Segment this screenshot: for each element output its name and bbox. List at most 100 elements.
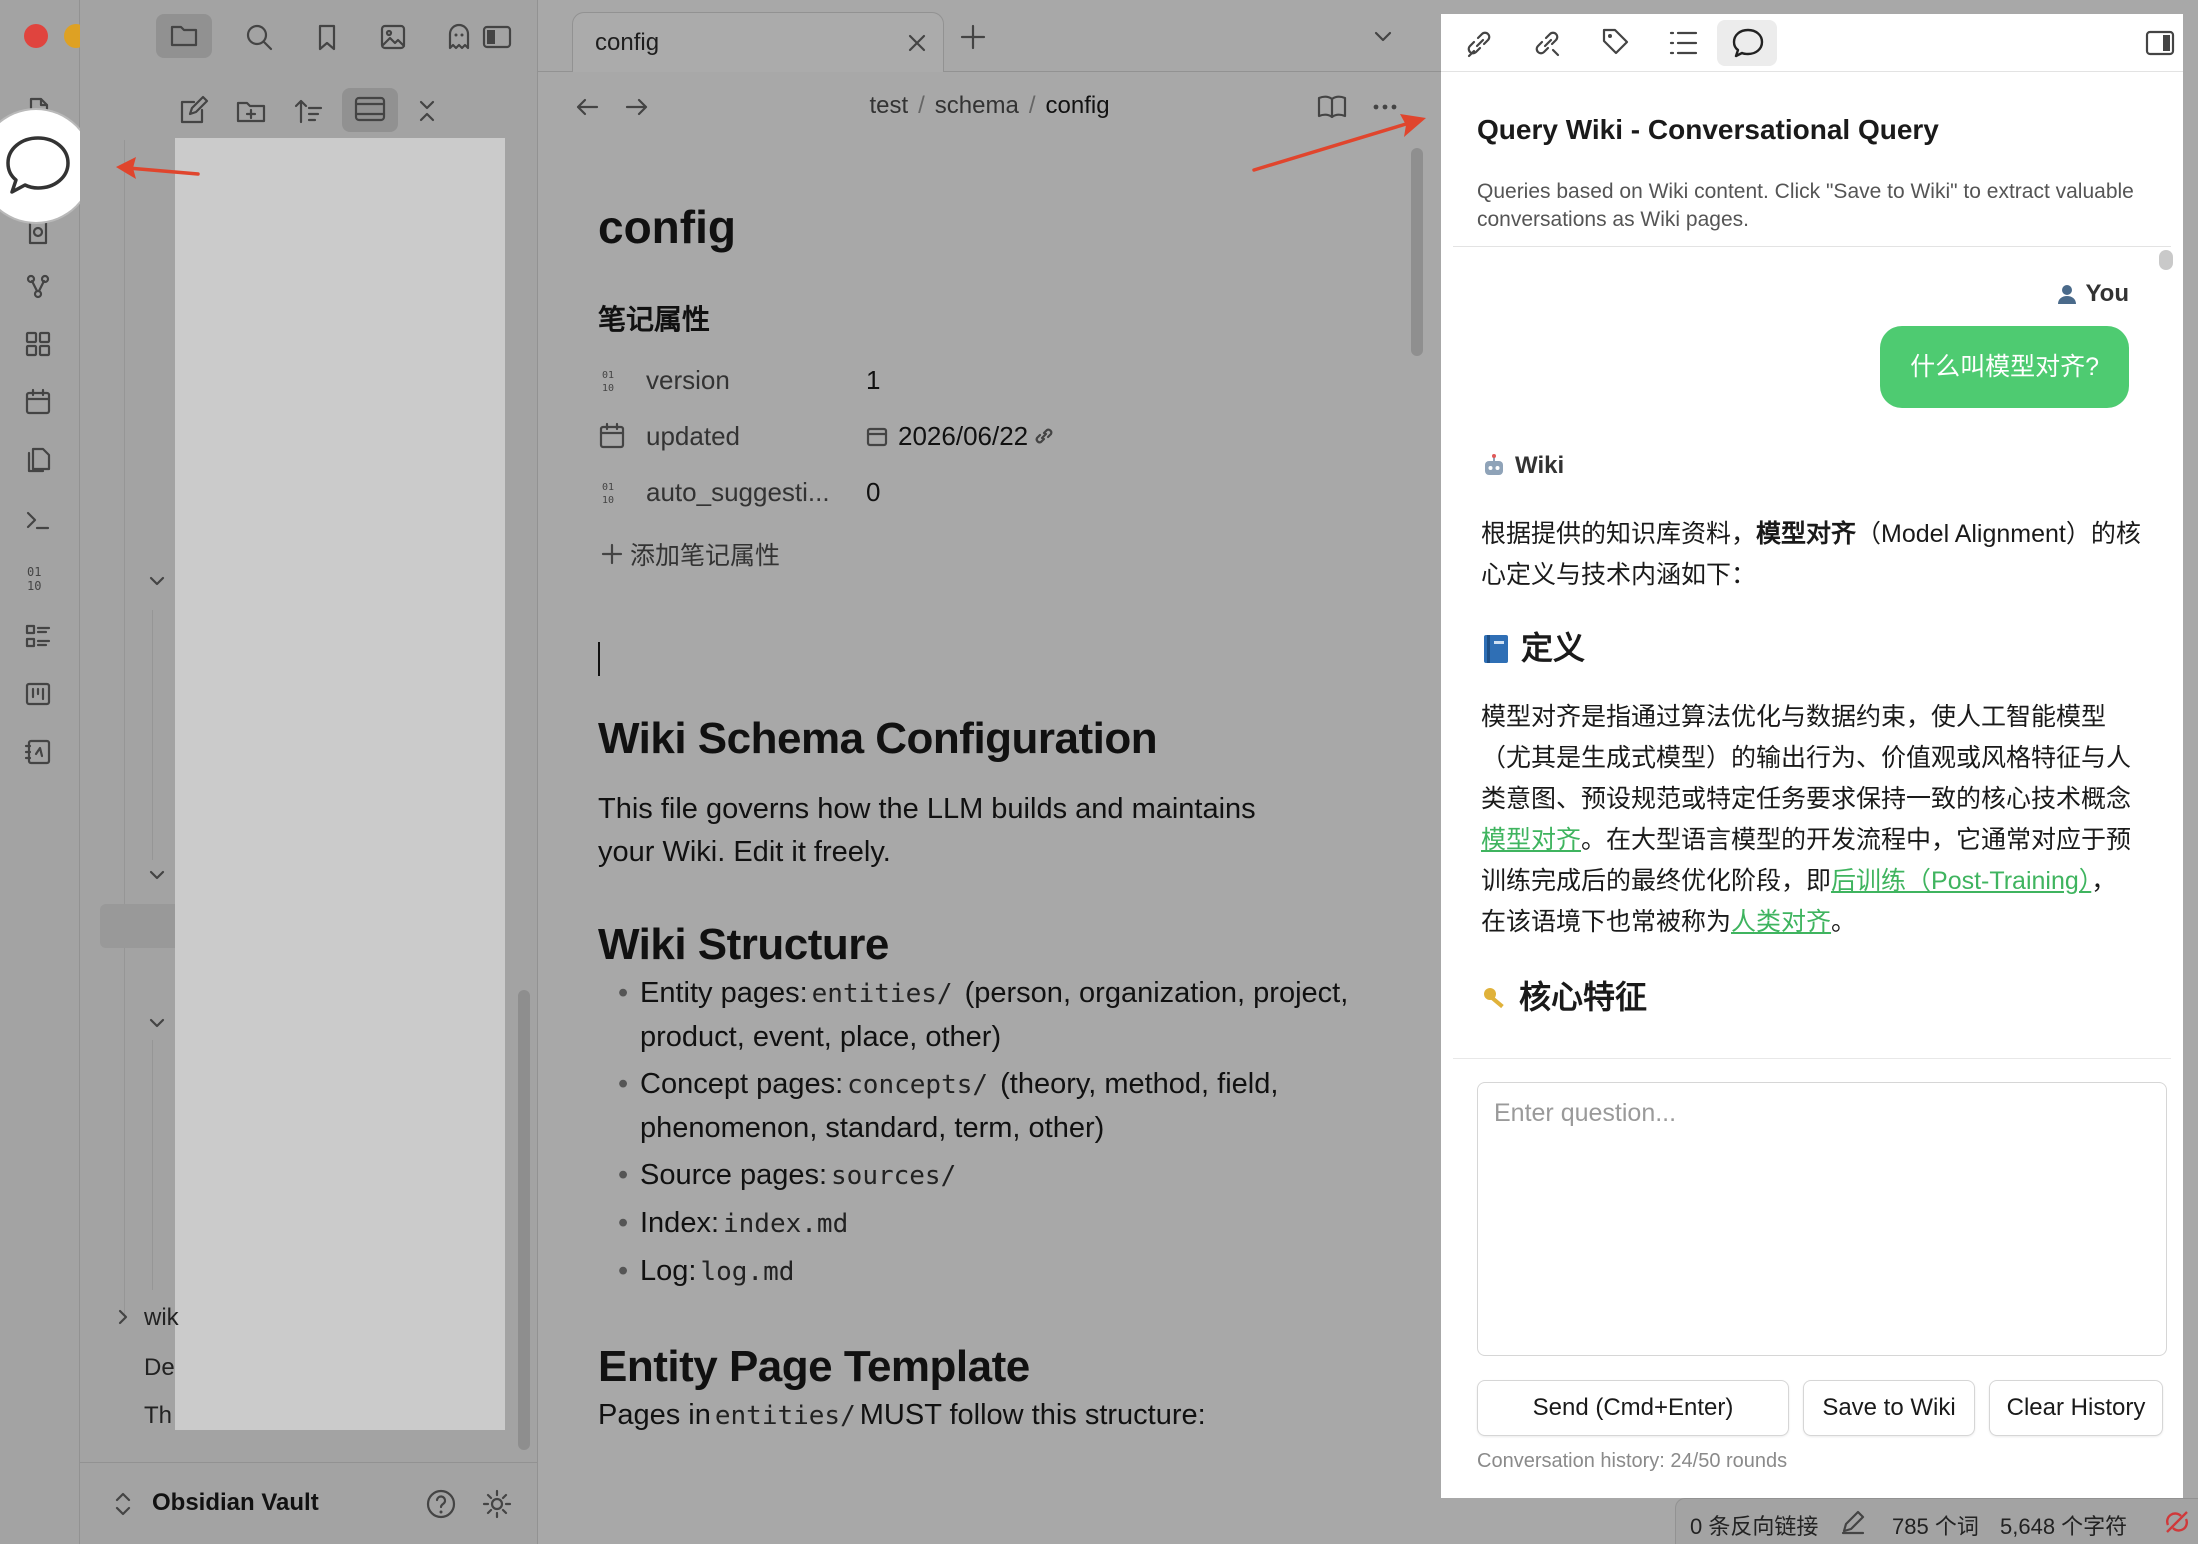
link-icon[interactable] bbox=[1032, 424, 1056, 448]
wiki-tool-icon[interactable] bbox=[22, 736, 54, 768]
heading-structure: Wiki Structure bbox=[598, 920, 889, 969]
ghost-icon[interactable] bbox=[442, 20, 476, 54]
sync-error-icon[interactable] bbox=[2162, 1507, 2192, 1537]
vault-name[interactable]: Obsidian Vault bbox=[152, 1489, 319, 1517]
assistant-label: Wiki bbox=[1481, 452, 1564, 480]
date-icon bbox=[866, 425, 888, 447]
property-row[interactable]: 01 10 version 1 bbox=[598, 352, 1358, 408]
tab-config[interactable]: config bbox=[572, 12, 944, 72]
collapse-all-icon[interactable] bbox=[410, 94, 444, 128]
breadcrumb-item[interactable]: config bbox=[1046, 92, 1110, 119]
settings-gear-icon[interactable] bbox=[480, 1487, 514, 1521]
property-row[interactable]: 01 10 auto_suggesti... 0 bbox=[598, 464, 1358, 520]
graph-view-icon[interactable] bbox=[22, 270, 54, 302]
history-status: Conversation history: 24/50 rounds bbox=[1477, 1450, 1788, 1472]
user-label: You bbox=[2055, 280, 2129, 308]
clear-history-button[interactable]: Clear History bbox=[1989, 1380, 2163, 1436]
kanban-icon[interactable] bbox=[22, 678, 54, 710]
bookmark-icon[interactable] bbox=[310, 20, 344, 54]
tab-list-chevron-icon[interactable] bbox=[1370, 24, 1396, 50]
annotation-arrow-right bbox=[1252, 114, 1426, 172]
svg-text:10: 10 bbox=[602, 383, 614, 394]
selected-tree-item[interactable] bbox=[100, 904, 182, 948]
close-window-button[interactable] bbox=[24, 24, 48, 48]
definition-heading: 定义 bbox=[1481, 628, 2141, 669]
panel-toolbar bbox=[1441, 14, 2183, 72]
breadcrumb-item[interactable]: test bbox=[869, 92, 908, 119]
word-count: 785 个词 bbox=[1892, 1514, 1979, 1539]
definition-text: 模型对齐是指通过算法优化与数据约束，使人工智能模型（尤其是生成式模型）的输出行为… bbox=[1481, 703, 2132, 936]
send-button[interactable]: Send (Cmd+Enter) bbox=[1477, 1380, 1789, 1436]
number-icon: 01 10 bbox=[598, 366, 626, 394]
image-icon[interactable] bbox=[376, 20, 410, 54]
add-property-button[interactable]: 添加笔记属性 bbox=[598, 526, 1358, 582]
note-content[interactable]: config 笔记属性 01 10 version 1 updated 2026/… bbox=[598, 200, 1358, 1438]
query-wiki-tab[interactable] bbox=[1717, 20, 1777, 66]
search-icon[interactable] bbox=[242, 20, 276, 54]
list-item: Entity pages:entities/ (person, organiza… bbox=[598, 972, 1358, 1059]
collapse-sidebar-icon[interactable] bbox=[2143, 26, 2177, 60]
svg-text:01: 01 bbox=[602, 482, 614, 493]
wiki-link[interactable]: 后训练（Post-Training） bbox=[1831, 867, 2091, 895]
query-wiki-panel: Query Wiki - Conversational Query Querie… bbox=[1441, 14, 2183, 1498]
svg-text:10: 10 bbox=[602, 495, 614, 506]
edit-mode-pencil-icon[interactable] bbox=[1838, 1507, 1868, 1537]
list-view-icon[interactable] bbox=[22, 620, 54, 652]
properties-heading: 笔记属性 bbox=[598, 304, 711, 335]
text-cursor bbox=[598, 642, 600, 676]
new-tab-icon[interactable] bbox=[958, 22, 988, 52]
tree-guide bbox=[152, 1040, 153, 1290]
close-tab-icon[interactable] bbox=[905, 31, 929, 55]
canvas-icon[interactable] bbox=[22, 328, 54, 360]
date-value: 2026/06/22 bbox=[898, 420, 1029, 451]
list-item: Concept pages:concepts/ (theory, method,… bbox=[598, 1063, 1358, 1150]
sidebar-toggle-icon[interactable] bbox=[480, 20, 514, 54]
panel-description: Queries based on Wiki content. Click "Sa… bbox=[1477, 180, 2134, 231]
property-value[interactable]: 0 bbox=[866, 477, 880, 508]
backlinks-count[interactable]: 0 条反向链接 bbox=[1690, 1509, 1818, 1541]
calendar-icon[interactable] bbox=[22, 386, 54, 418]
query-wiki-ribbon-button[interactable] bbox=[0, 110, 92, 222]
tags-tab[interactable] bbox=[1585, 20, 1645, 66]
backlinks-tab[interactable] bbox=[1449, 20, 1509, 66]
key-icon bbox=[1481, 984, 1509, 1012]
property-row[interactable]: updated 2026/06/22 bbox=[598, 408, 1358, 464]
tree-item[interactable]: De bbox=[144, 1354, 175, 1382]
question-input[interactable] bbox=[1477, 1082, 2167, 1356]
new-folder-icon[interactable] bbox=[234, 94, 268, 128]
robot-icon bbox=[1481, 453, 1507, 479]
wiki-link[interactable]: 模型对齐 bbox=[1481, 826, 1581, 854]
vault-switch-icon[interactable] bbox=[112, 1489, 134, 1519]
sort-icon[interactable] bbox=[292, 94, 326, 128]
property-key: version bbox=[646, 364, 730, 395]
editor-scrollbar[interactable] bbox=[1411, 148, 1423, 356]
breadcrumb-item[interactable]: schema bbox=[935, 92, 1019, 119]
templates-icon[interactable] bbox=[22, 444, 54, 476]
terminal-icon[interactable] bbox=[22, 504, 54, 536]
chat-scrollbar[interactable] bbox=[2159, 250, 2173, 270]
outgoing-links-tab[interactable] bbox=[1517, 20, 1577, 66]
property-key: updated bbox=[646, 420, 740, 451]
vault-footer: Obsidian Vault bbox=[80, 1462, 538, 1544]
help-icon[interactable] bbox=[424, 1487, 458, 1521]
chat-history[interactable]: You 什么叫模型对齐? Wiki 根据提供的知识库资料，模型对齐（Model … bbox=[1455, 246, 2155, 1058]
new-note-icon[interactable] bbox=[176, 94, 210, 128]
tree-item[interactable]: wik bbox=[144, 1304, 179, 1332]
answer-intro: 根据提供的知识库资料，模型对齐（Model Alignment）的核心定义与技术… bbox=[1481, 520, 2141, 589]
outline-tab[interactable] bbox=[1653, 20, 1713, 66]
chevron-down-icon[interactable] bbox=[146, 1012, 168, 1034]
wiki-link[interactable]: 人类对齐 bbox=[1731, 908, 1831, 936]
file-list-scrollbar[interactable] bbox=[518, 990, 530, 1450]
binary-icon[interactable]: 01 10 bbox=[22, 562, 54, 594]
chevron-down-icon[interactable] bbox=[146, 570, 168, 592]
files-tab-button[interactable] bbox=[156, 14, 212, 58]
chevron-down-icon[interactable] bbox=[146, 864, 168, 886]
annotation-arrow-left bbox=[116, 157, 200, 179]
property-value[interactable]: 1 bbox=[866, 365, 880, 396]
save-to-wiki-button[interactable]: Save to Wiki bbox=[1803, 1380, 1975, 1436]
property-value[interactable]: 2026/06/22 bbox=[866, 421, 1056, 452]
chevron-right-icon[interactable] bbox=[112, 1306, 134, 1328]
collapse-view-button[interactable] bbox=[342, 88, 398, 132]
property-key: auto_suggesti... bbox=[646, 476, 830, 507]
tree-item[interactable]: Th bbox=[144, 1402, 172, 1430]
